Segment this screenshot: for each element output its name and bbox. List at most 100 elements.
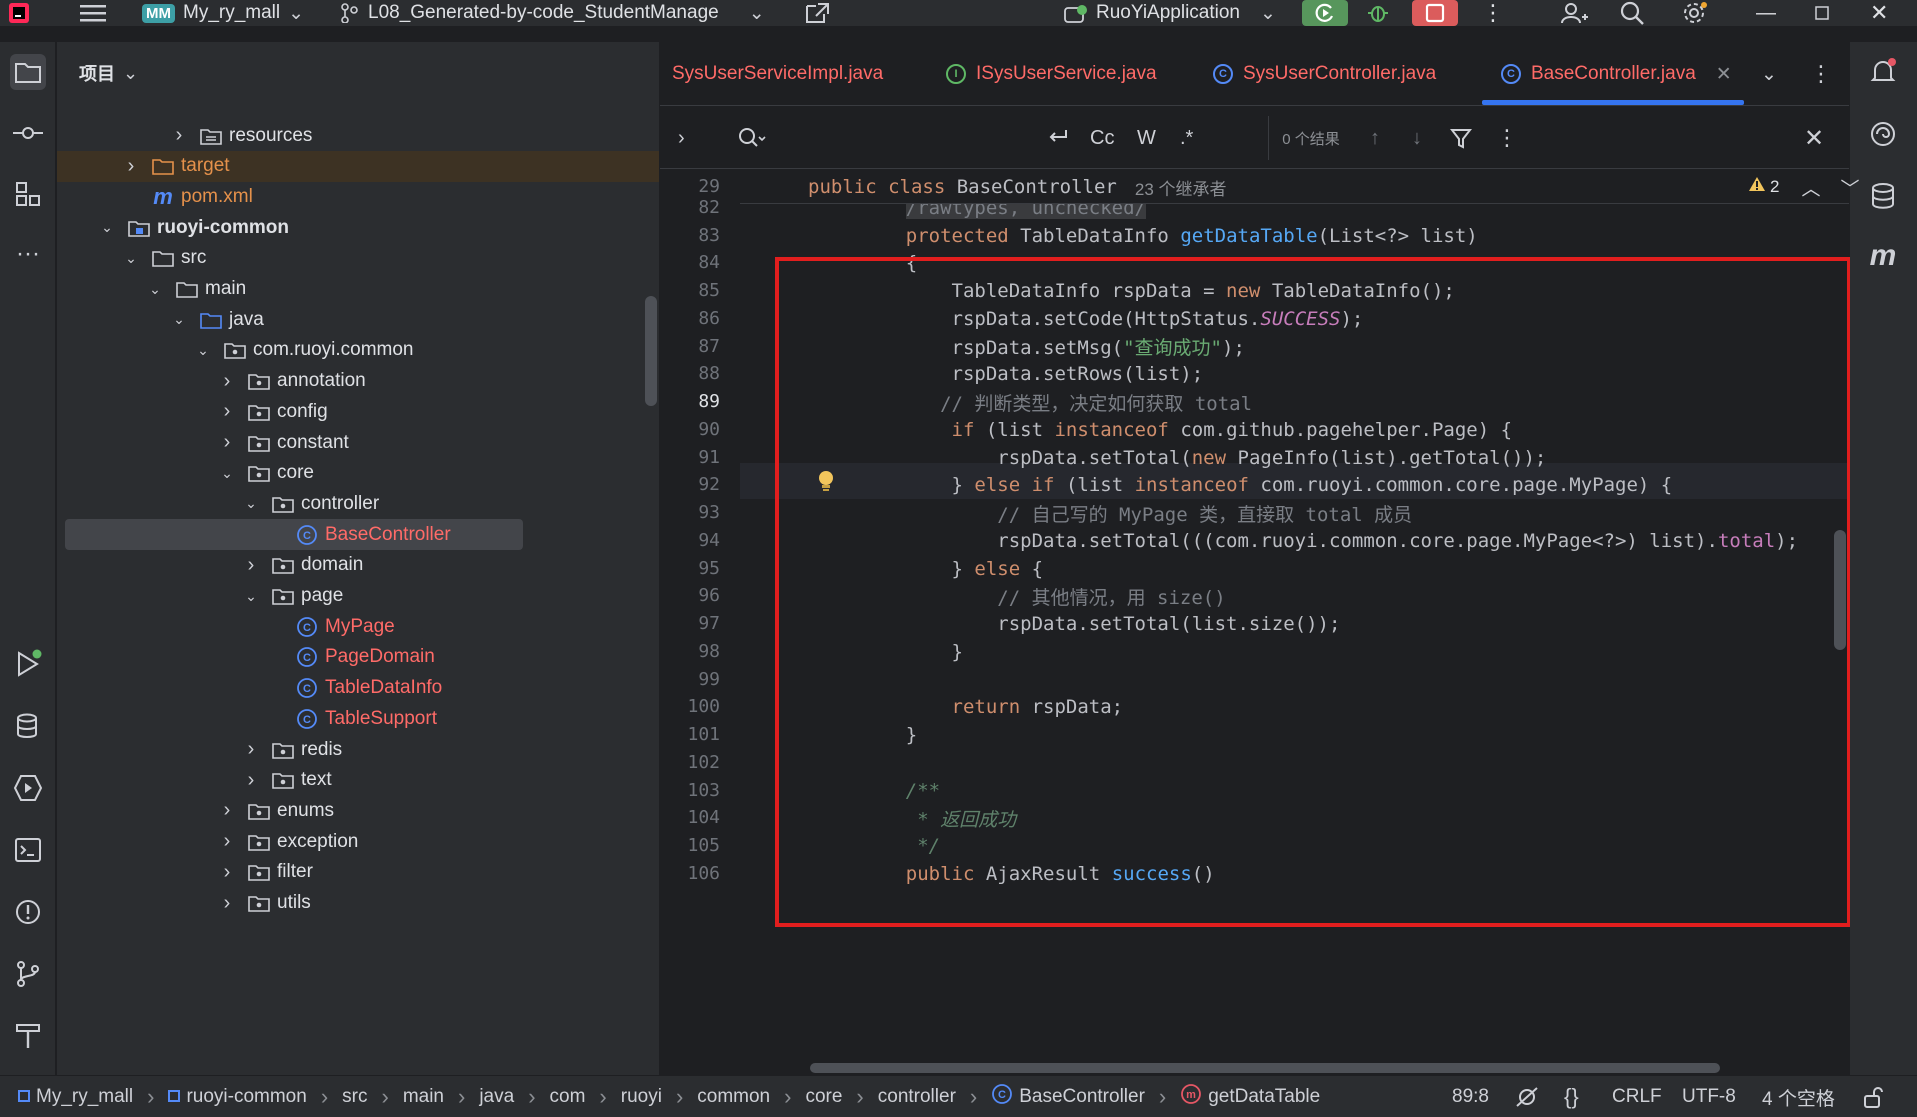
chevron-right-icon[interactable]: › xyxy=(243,769,259,792)
line-number[interactable]: 97 xyxy=(698,613,720,634)
line-number[interactable]: 102 xyxy=(687,752,720,773)
line-number[interactable]: 105 xyxy=(687,835,720,856)
line-number[interactable]: 92 xyxy=(698,474,720,495)
chevron-right-icon[interactable]: › xyxy=(171,124,187,147)
match-case-toggle[interactable]: Cc xyxy=(1090,107,1114,169)
tree-item-java[interactable]: ⌄ java xyxy=(57,304,659,335)
chevron-down-icon[interactable]: ⌄ xyxy=(195,342,211,359)
tree-item-annotation[interactable]: › annotation xyxy=(57,366,659,397)
filter-icon[interactable] xyxy=(1450,107,1472,169)
chevron-right-icon[interactable]: › xyxy=(219,799,235,822)
breadcrumb-item[interactable]: ruoyi-common xyxy=(168,1086,307,1108)
previous-highlight-icon[interactable]: ︿ xyxy=(1801,174,1820,201)
tab-sysuserserviceimpl[interactable]: SysUserServiceImpl.java xyxy=(672,42,883,106)
tree-item-controller[interactable]: ⌄ controller xyxy=(57,488,659,519)
app-logo-icon[interactable] xyxy=(8,0,30,26)
line-number[interactable]: 86 xyxy=(698,308,720,329)
tree-item-main[interactable]: ⌄ main xyxy=(57,274,659,305)
tree-item-target[interactable]: › target xyxy=(57,150,659,182)
tree-item-mypage[interactable]: C MyPage xyxy=(57,611,659,642)
services-tool-icon[interactable] xyxy=(10,770,46,806)
close-window-icon[interactable]: ✕ xyxy=(1870,0,1888,26)
line-number[interactable]: 91 xyxy=(698,447,720,468)
tree-item-exception[interactable]: › exception xyxy=(57,826,659,857)
line-number[interactable]: 88 xyxy=(698,363,720,384)
caret-position[interactable]: 89:8 xyxy=(1452,1076,1489,1117)
whole-word-toggle[interactable]: W xyxy=(1137,107,1156,169)
line-number[interactable]: 100 xyxy=(687,696,720,717)
build-hammer-icon[interactable] xyxy=(10,1018,46,1054)
problems-tool-icon[interactable] xyxy=(10,894,46,930)
database-panel-icon[interactable] xyxy=(1865,178,1901,214)
breadcrumb-item[interactable]: m getDataTable xyxy=(1180,1083,1320,1111)
chevron-right-icon[interactable]: › xyxy=(219,400,235,423)
line-number[interactable]: 82 xyxy=(698,197,720,218)
chevron-down-icon[interactable]: ⌄ xyxy=(219,465,235,482)
next-highlight-icon[interactable]: ﹀ xyxy=(1840,174,1859,201)
line-number[interactable]: 84 xyxy=(698,252,720,273)
tree-item-ruoyi-common[interactable]: ⌄ ruoyi-common xyxy=(57,212,659,243)
project-switcher[interactable]: MM My_ry_mall ⌄ xyxy=(142,0,304,26)
findbar-more-icon[interactable]: ⋮ xyxy=(1496,107,1518,169)
tree-item-basecontroller[interactable]: C BaseController xyxy=(65,519,523,551)
chevron-right-icon[interactable]: › xyxy=(243,738,259,761)
tree-item-tabledatainfo[interactable]: C TableDataInfo xyxy=(57,673,659,704)
chevron-down-icon[interactable]: ⌄ xyxy=(243,588,259,605)
project-scrollbar[interactable] xyxy=(645,296,657,406)
tree-item-com-ruoyi-common[interactable]: ⌄ com.ruoyi.common xyxy=(57,335,659,366)
warnings-indicator[interactable]: 2 ︿ ﹀ xyxy=(1748,170,1860,204)
chevron-right-icon[interactable]: › xyxy=(219,892,235,915)
line-number[interactable]: 89 xyxy=(698,391,720,412)
line-number[interactable]: 87 xyxy=(698,336,720,357)
file-encoding[interactable]: UTF-8 xyxy=(1682,1076,1736,1117)
project-panel-header[interactable]: 项目 ⌄ xyxy=(79,60,138,86)
inspection-icon[interactable] xyxy=(1514,1076,1540,1117)
tree-item-tablesupport[interactable]: C TableSupport xyxy=(57,703,659,734)
maven-icon[interactable]: m xyxy=(1865,238,1901,274)
line-number[interactable]: 95 xyxy=(698,558,720,579)
breadcrumb-item[interactable]: core xyxy=(805,1086,842,1108)
more-tools-icon[interactable]: ··· xyxy=(10,236,46,272)
regex-toggle[interactable]: .* xyxy=(1180,107,1193,169)
line-number[interactable]: 93 xyxy=(698,502,720,523)
run-tool-icon[interactable] xyxy=(10,646,46,682)
tree-item-domain[interactable]: › domain xyxy=(57,550,659,581)
minimize-icon[interactable]: — xyxy=(1756,0,1776,26)
chevron-down-icon[interactable]: ⌄ xyxy=(171,311,187,328)
line-number[interactable]: 96 xyxy=(698,585,720,606)
tabs-dropdown-icon[interactable]: ⌄ xyxy=(1761,42,1777,106)
main-menu-icon[interactable] xyxy=(80,0,106,26)
tab-isysuserservice[interactable]: I ISysUserService.java xyxy=(946,42,1157,106)
breadcrumb-item[interactable]: java xyxy=(479,1086,514,1108)
new-line-icon[interactable] xyxy=(1046,107,1070,169)
breadcrumb-item[interactable]: main xyxy=(403,1086,444,1108)
tab-sysusercontroller[interactable]: C SysUserController.java xyxy=(1213,42,1436,106)
editor-vertical-scrollbar[interactable] xyxy=(1834,530,1846,650)
more-actions-icon[interactable]: ⋮ xyxy=(1482,0,1504,26)
structure-tool-icon[interactable] xyxy=(10,176,46,212)
terminal-tool-icon[interactable] xyxy=(10,832,46,868)
tree-item-resources[interactable]: › resources xyxy=(57,120,659,151)
tab-basecontroller[interactable]: C BaseController.java ✕ xyxy=(1501,42,1732,106)
tree-item-text[interactable]: › text xyxy=(57,765,659,796)
braces-icon[interactable]: {} xyxy=(1564,1076,1579,1117)
line-number[interactable]: 94 xyxy=(698,530,720,551)
tree-item-constant[interactable]: › constant xyxy=(57,427,659,458)
add-user-icon[interactable] xyxy=(1560,0,1588,26)
breadcrumb-item[interactable]: src xyxy=(342,1086,367,1108)
line-number[interactable]: 106 xyxy=(687,863,720,884)
chevron-right-icon[interactable]: › xyxy=(243,554,259,577)
sticky-class-header[interactable]: 29 public class BaseController 23 个继承者 2… xyxy=(698,170,1860,204)
line-number[interactable]: 85 xyxy=(698,280,720,301)
notifications-bell-icon[interactable] xyxy=(1865,54,1901,90)
ai-assistant-icon[interactable] xyxy=(1865,116,1901,152)
close-tab-icon[interactable]: ✕ xyxy=(1716,63,1732,86)
inheritors-hint[interactable]: 23 个继承者 xyxy=(1135,175,1227,200)
tabs-more-icon[interactable]: ⋮ xyxy=(1810,42,1832,106)
tree-item-page[interactable]: ⌄ page xyxy=(57,581,659,612)
line-number[interactable]: 101 xyxy=(687,724,720,745)
breadcrumb-item[interactable]: C BaseController xyxy=(991,1083,1145,1111)
branch-switcher[interactable]: L08_Generated-by-code_StudentManage ⌄ xyxy=(340,0,765,26)
chevron-down-icon[interactable]: ⌄ xyxy=(123,250,139,267)
lock-icon[interactable] xyxy=(1862,1076,1886,1117)
